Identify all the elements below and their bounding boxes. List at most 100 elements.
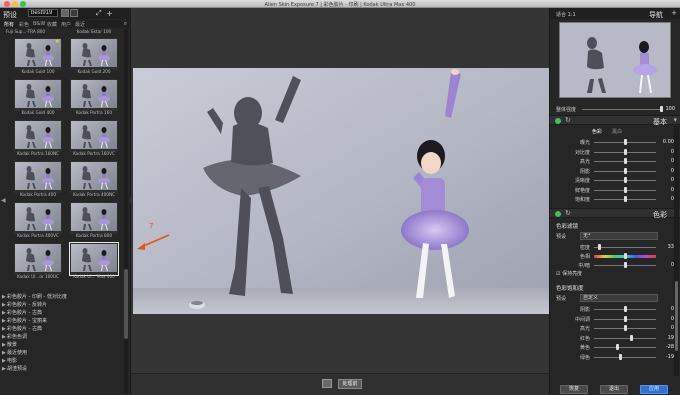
search-icon[interactable]: ⌕: [124, 20, 127, 28]
tab-bw-mode[interactable]: 黑白: [612, 128, 622, 135]
before-button[interactable]: 处理前: [338, 379, 362, 389]
preset-thumbnail[interactable]: Kodak Portra 160VC: [70, 120, 118, 156]
color-filter-preset-select[interactable]: 无*: [580, 232, 658, 240]
tab-recent[interactable]: 最近: [75, 21, 85, 28]
category-item[interactable]: ▶ 彩色胶片 - 古典: [0, 309, 124, 317]
window-title: Alien Skin Exposure 7 | 彩色胶片 - 印刷 | Koda…: [264, 2, 416, 8]
slider-knob[interactable]: [624, 139, 627, 145]
preset-search-input[interactable]: [28, 9, 58, 17]
preset-thumbnail[interactable]: Kodak Portra 160: [70, 79, 118, 115]
overall-strength-slider[interactable]: 整体强度 100: [554, 105, 677, 113]
preset-thumbnail[interactable]: Kodak Portra 400NC: [70, 161, 118, 197]
preset-thumbnail[interactable]: Kodak Portra 400VC: [14, 202, 62, 238]
slider-label: 鲜艳度: [574, 187, 590, 194]
preserve-luminance-checkbox[interactable]: ☑ 保持亮度: [556, 270, 582, 277]
grid-view-button[interactable]: [61, 9, 69, 17]
restore-button[interactable]: 恢复: [560, 385, 588, 394]
plus-icon[interactable]: +: [671, 9, 677, 17]
tab-favorites[interactable]: 收藏: [47, 21, 57, 28]
tab-all[interactable]: 所有: [4, 21, 14, 28]
tab-color-mode[interactable]: 色彩: [592, 128, 602, 135]
add-preset-icon[interactable]: +: [106, 9, 114, 18]
disclosure-icon: ▶: [2, 318, 6, 324]
before-after-icon[interactable]: [322, 379, 332, 388]
slider-knob[interactable]: [624, 167, 627, 174]
color-section-header[interactable]: ↻ 色彩 ▾: [550, 208, 680, 219]
preset-thumbnail[interactable]: Kodak Gold 400: [14, 79, 62, 115]
slider-knob[interactable]: [624, 148, 627, 155]
slider-track[interactable]: [594, 337, 656, 339]
scroll-thumb[interactable]: [124, 269, 128, 339]
zoom-options[interactable]: 适合 1:1: [556, 11, 576, 18]
slider-track[interactable]: [582, 109, 662, 110]
tab-color[interactable]: 彩色: [19, 21, 29, 28]
category-item[interactable]: ▶ 彩色胶片 - 印刷 - 低对比度: [0, 293, 124, 301]
slider-knob[interactable]: [624, 158, 627, 164]
preset-preview-image: [15, 121, 61, 149]
scroll-thumb[interactable]: [675, 281, 678, 351]
list-view-button[interactable]: [70, 9, 78, 17]
tab-bw[interactable]: B&W: [33, 21, 45, 27]
preset-thumbnail[interactable]: ★ Kodak Gold 100: [14, 38, 62, 74]
favorite-star-icon[interactable]: ★: [55, 38, 60, 45]
power-toggle-icon[interactable]: [555, 211, 561, 217]
collapse-left-icon[interactable]: ◀: [1, 197, 6, 204]
saturation-preset-select[interactable]: 自定义: [580, 294, 658, 302]
preset-thumbnail[interactable]: Kodak Gold 200: [70, 38, 118, 74]
slider-knob[interactable]: [624, 177, 627, 183]
apply-button[interactable]: 应用: [640, 385, 668, 394]
preset-thumbnail[interactable]: Kodak Ul...or 100UC: [14, 243, 62, 279]
basic-section-header[interactable]: ↻ 基本 ▾: [550, 115, 680, 126]
preset-preview-image: [15, 80, 61, 108]
slider-knob[interactable]: [624, 253, 627, 259]
image-canvas: 7 处理前: [131, 8, 550, 395]
slider-track[interactable]: [594, 247, 656, 248]
adjustment-slider-row: 高光 0: [550, 157, 674, 166]
adjustment-slider-row: 鲜艳度 0: [550, 186, 674, 195]
category-item[interactable]: ▶ 彩色胶片 - 古典: [0, 325, 124, 333]
navigator-thumbnail[interactable]: [559, 22, 671, 98]
preset-thumbnail[interactable]: Kodak Portra 400: [14, 161, 62, 197]
category-item[interactable]: ▶ 最近使用: [0, 349, 124, 357]
slider-knob[interactable]: [616, 344, 619, 350]
adjustment-slider-row: 黄色 -28: [550, 343, 674, 352]
slider-knob[interactable]: [624, 186, 627, 193]
preview-photo[interactable]: [133, 68, 550, 314]
cancel-button[interactable]: 退出: [600, 385, 628, 394]
adjustments-panel: 适合 1:1 导航 + 整体强度 100 ↻ 基本 ▾ 色彩 黑白 ↻ 色彩 色…: [549, 8, 680, 395]
power-toggle-icon[interactable]: [555, 118, 561, 124]
slider-knob[interactable]: [624, 306, 627, 312]
preset-thumbnail[interactable]: Kodak Ul... Max 400: [69, 242, 119, 279]
presets-scrollbar[interactable]: [124, 29, 128, 394]
category-item[interactable]: ▶ 胡渣预设: [0, 365, 124, 373]
slider-track[interactable]: [594, 347, 656, 348]
adjustments-scrollbar[interactable]: [674, 126, 679, 376]
category-item[interactable]: ▶ 电影: [0, 357, 124, 365]
preset-thumbnail[interactable]: Kodak Portra 800: [70, 202, 118, 238]
slider-knob[interactable]: [619, 353, 622, 360]
preset-thumbnail-grid: Fuji Sup...-TRA 800 Kodak Ektar 100 ★ Kod…: [0, 29, 124, 291]
reset-icon[interactable]: ↻: [565, 116, 571, 124]
preset-thumbnail[interactable]: Kodak Portra 160NC: [14, 120, 62, 156]
section-menu-icon[interactable]: ▾: [673, 116, 677, 124]
slider-label: 红色: [579, 335, 590, 342]
slider-knob[interactable]: [624, 196, 627, 202]
reset-icon[interactable]: ↻: [565, 209, 571, 217]
category-item[interactable]: ▶ 彩色色调: [0, 333, 124, 341]
slider-knob[interactable]: [660, 106, 663, 112]
slider-knob[interactable]: [624, 325, 627, 331]
preset-preview-image: [71, 80, 117, 108]
tab-user[interactable]: 用户: [61, 21, 71, 28]
category-item[interactable]: ▶ 彩色胶片 - 反转片: [0, 301, 124, 309]
slider-knob[interactable]: [624, 315, 627, 322]
presets-panel: 预设 ⤢ + 所有 彩色 B&W 收藏 用户 最近 ⌕ Fuji Sup...-…: [0, 8, 131, 395]
slider-knob[interactable]: [598, 244, 601, 250]
slider-knob[interactable]: [624, 262, 627, 268]
slider-knob[interactable]: [630, 334, 633, 341]
category-item[interactable]: ▶ 彩色胶片 - 宝丽来: [0, 317, 124, 325]
category-item[interactable]: ▶ 散景: [0, 341, 124, 349]
expand-icon[interactable]: ⤢: [96, 9, 104, 17]
presets-header: 预设 ⤢ +: [0, 8, 131, 19]
slider-label: 整体强度: [556, 107, 577, 113]
slider-track[interactable]: [594, 356, 656, 358]
